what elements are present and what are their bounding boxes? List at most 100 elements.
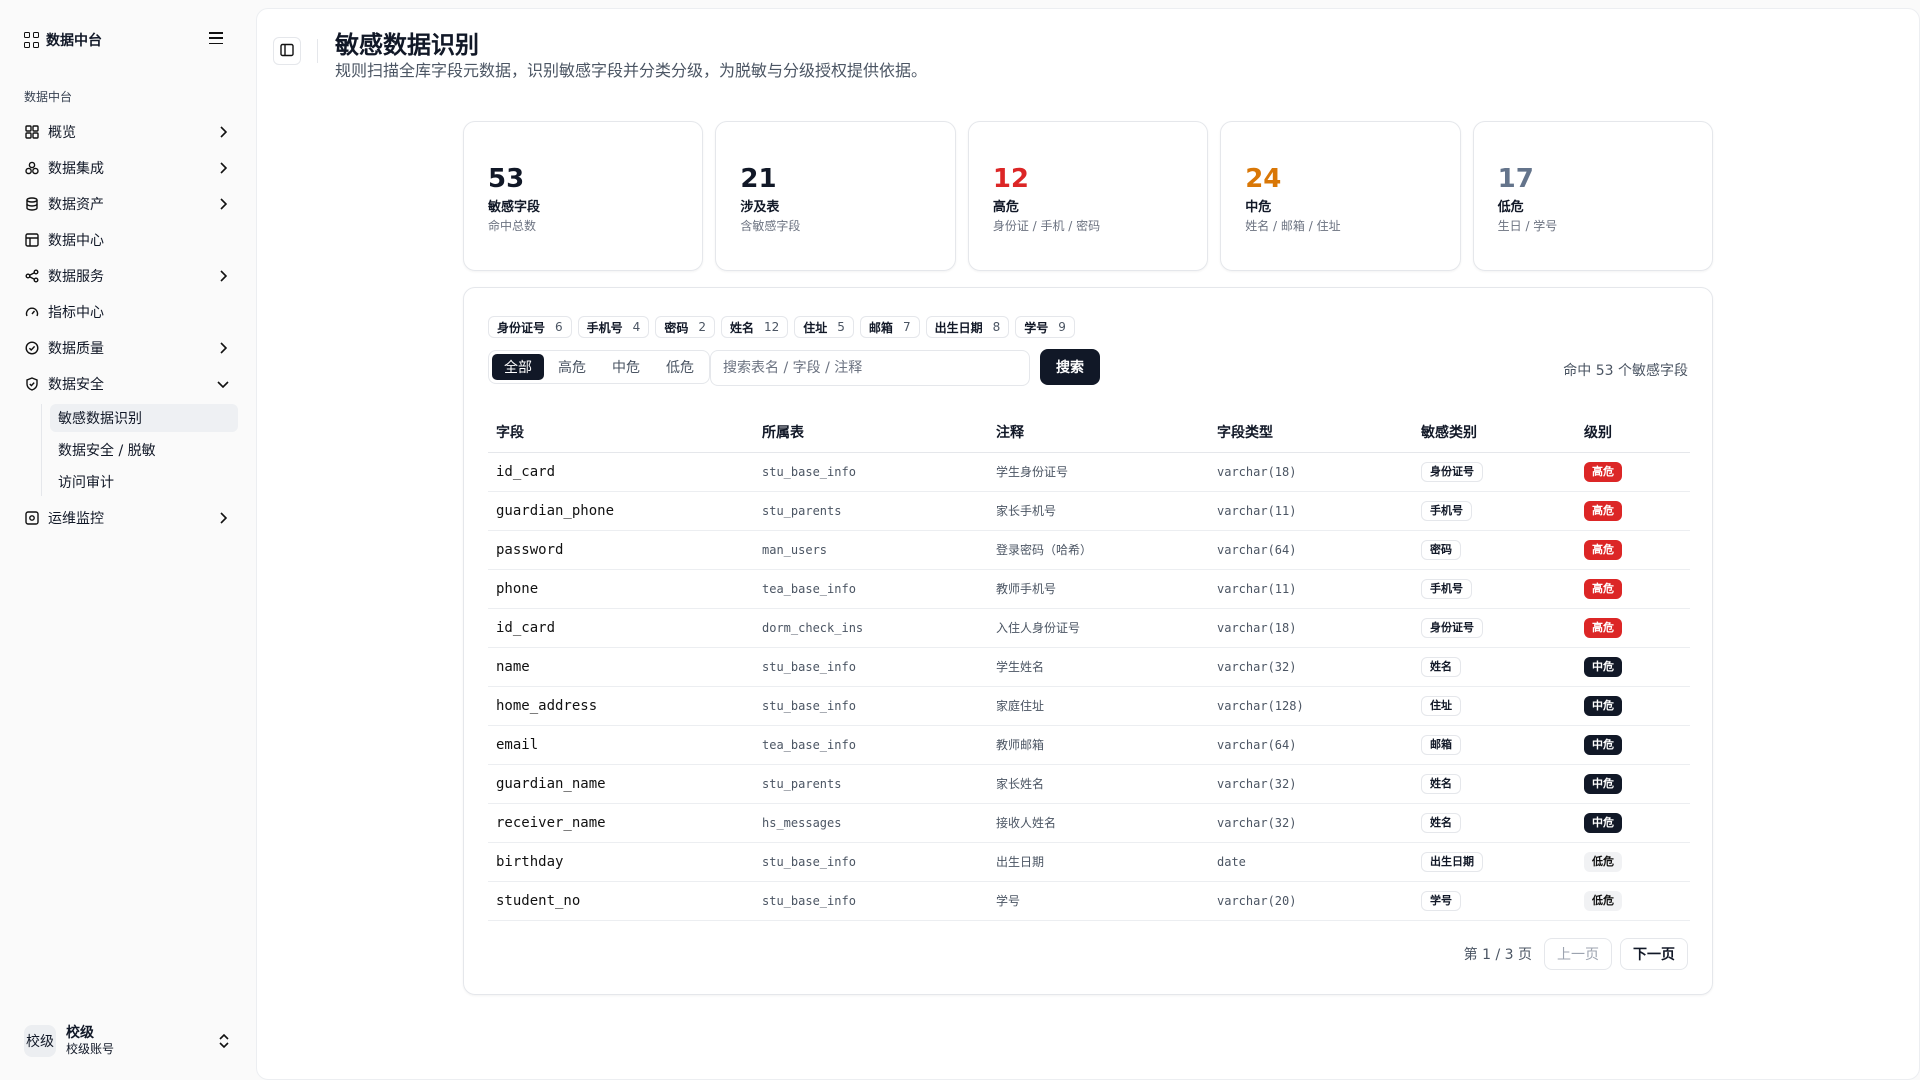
chip-label: 手机号	[586, 320, 623, 335]
table-row[interactable]: guardian_phone stu_parents 家长手机号 varchar(11…	[488, 491, 1690, 531]
category-chip[interactable]: 学号 9	[1015, 316, 1075, 338]
table-row[interactable]: phone tea_base_info 教师手机号 varchar(11) 手机号 高危	[488, 569, 1690, 609]
category-chip[interactable]: 身份证号 6	[488, 316, 572, 338]
category-badge: 姓名	[1421, 812, 1461, 833]
field-name: phone	[488, 569, 754, 609]
table-name: stu_parents	[754, 491, 988, 531]
sidebar-group-label: 数据中台	[24, 90, 73, 104]
prev-page-button[interactable]: 上一页	[1544, 938, 1612, 970]
category-cell: 密码	[1413, 530, 1576, 570]
table-row[interactable]: student_no stu_base_info 学号 varchar(20) 学号 低危	[488, 881, 1690, 921]
sidebar-item-security[interactable]: 数据安全	[16, 366, 238, 402]
field-type: varchar(64)	[1209, 530, 1413, 570]
sidebar-item-assets[interactable]: 数据资产	[16, 186, 238, 222]
sidebar-item-overview[interactable]: 概览	[16, 114, 238, 150]
category-badge: 住址	[1421, 695, 1461, 716]
category-badge: 学号	[1421, 890, 1461, 911]
table-row[interactable]: id_card stu_base_info 学生身份证号 varchar(18) 身份证…	[488, 452, 1690, 492]
column-header[interactable]: 字段类型	[1209, 412, 1413, 453]
field-comment: 登录密码（哈希）	[988, 530, 1209, 570]
field-comment: 家长姓名	[988, 764, 1209, 804]
table-name: stu_base_info	[754, 647, 988, 687]
search-input[interactable]	[710, 350, 1030, 386]
chevron-right-icon	[216, 161, 230, 175]
sidebar-subitem-masking[interactable]: 数据安全 / 脱敏	[50, 436, 238, 464]
level-cell: 高危	[1576, 608, 1690, 648]
level-cell: 高危	[1576, 452, 1690, 492]
sidebar-item-metrics[interactable]: 指标中心	[16, 294, 238, 330]
table-row[interactable]: birthday stu_base_info 出生日期 date 出生日期 低危	[488, 842, 1690, 882]
brand-name: 数据中台	[46, 33, 102, 49]
tab-medium[interactable]: 中危	[600, 354, 652, 380]
category-chip[interactable]: 密码 2	[655, 316, 715, 338]
table-row[interactable]: name stu_base_info 学生姓名 varchar(32) 姓名 中危	[488, 647, 1690, 687]
column-header[interactable]: 敏感类别	[1413, 412, 1576, 453]
sidebar-item-integration[interactable]: 数据集成	[16, 150, 238, 186]
column-header[interactable]: 所属表	[754, 412, 988, 453]
category-cell: 姓名	[1413, 803, 1576, 843]
level-badge: 高危	[1584, 500, 1622, 521]
main-content: 敏感数据识别 规则扫描全库字段元数据，识别敏感字段并分类分级，为脱敏与分级授权提…	[256, 8, 1920, 1080]
user-menu[interactable]: 校级 校级 校级账号	[24, 1022, 234, 1060]
category-chip[interactable]: 邮箱 7	[859, 316, 920, 338]
category-cell: 姓名	[1413, 764, 1576, 804]
column-header[interactable]: 级别	[1576, 412, 1690, 453]
category-badge: 密码	[1421, 539, 1461, 560]
level-cell: 低危	[1576, 842, 1690, 882]
tab-high[interactable]: 高危	[546, 354, 598, 380]
sidebar-item-label: 运维监控	[48, 511, 104, 527]
field-comment: 教师邮箱	[988, 725, 1209, 765]
next-page-button[interactable]: 下一页	[1620, 938, 1688, 970]
category-chip[interactable]: 手机号 4	[577, 316, 650, 338]
field-name: password	[488, 530, 754, 570]
category-badge: 出生日期	[1421, 851, 1483, 872]
chip-label: 邮箱	[868, 320, 893, 335]
level-badge: 高危	[1584, 461, 1622, 482]
stat-label: 高危	[992, 200, 1019, 215]
tab-all[interactable]: 全部	[492, 354, 544, 380]
field-comment: 入住人身份证号	[988, 608, 1209, 648]
chip-count: 4	[632, 320, 641, 334]
table-row[interactable]: password man_users 登录密码（哈希） varchar(64) 密码 高危	[488, 530, 1690, 570]
stat-hint: 命中总数	[488, 219, 537, 233]
field-type: varchar(11)	[1209, 491, 1413, 531]
tab-low[interactable]: 低危	[654, 354, 706, 380]
sidebar-item-services[interactable]: 数据服务	[16, 258, 238, 294]
table-name: tea_base_info	[754, 725, 988, 765]
category-badge: 姓名	[1421, 773, 1461, 794]
field-type: varchar(11)	[1209, 569, 1413, 609]
category-chip[interactable]: 姓名 12	[720, 316, 789, 338]
stat-hint: 生日 / 学号	[1497, 219, 1558, 233]
sidebar-item-data-center[interactable]: 数据中心	[16, 222, 238, 258]
column-header[interactable]: 注释	[988, 412, 1209, 453]
chevron-right-icon	[216, 125, 230, 139]
column-header[interactable]: 字段	[488, 412, 754, 453]
category-badge: 身份证号	[1421, 461, 1483, 482]
sidebar-subitem-sensitive-detection[interactable]: 敏感数据识别	[50, 404, 238, 432]
category-chip[interactable]: 出生日期 8	[925, 316, 1010, 338]
sidebar-item-label: 概览	[48, 125, 76, 141]
stat-value: 12	[992, 164, 1029, 194]
level-badge: 高危	[1584, 539, 1622, 560]
stats-cards: 53 敏感字段 命中总数 21 涉及表 含敏感字段 12 高危 身份证 / 手机…	[463, 121, 1714, 271]
chip-count: 8	[992, 320, 1001, 334]
menu-icon[interactable]	[208, 30, 224, 46]
chevron-down-icon	[216, 377, 230, 391]
table-row[interactable]: home_address stu_base_info 家庭住址 varchar(128…	[488, 686, 1690, 726]
sidebar-subitem-audit[interactable]: 访问审计	[50, 468, 238, 496]
table-row[interactable]: receiver_name hs_messages 接收人姓名 varchar(32)…	[488, 803, 1690, 843]
stat-label: 中危	[1245, 200, 1272, 215]
sidebar-item-ops[interactable]: 运维监控	[16, 500, 238, 536]
level-badge: 中危	[1584, 656, 1622, 677]
stat-value: 24	[1245, 164, 1282, 194]
table-row[interactable]: email tea_base_info 教师邮箱 varchar(64) 邮箱 中危	[488, 725, 1690, 765]
search-button[interactable]: 搜索	[1040, 349, 1100, 385]
level-badge: 高危	[1584, 617, 1622, 638]
table-row[interactable]: id_card dorm_check_ins 入住人身份证号 varchar(18) 身…	[488, 608, 1690, 648]
sidebar-toggle-button[interactable]	[273, 37, 301, 65]
field-name: receiver_name	[488, 803, 754, 843]
category-chip[interactable]: 住址 5	[794, 316, 854, 338]
sidebar-item-quality[interactable]: 数据质量	[16, 330, 238, 366]
chip-count: 12	[763, 320, 780, 334]
table-row[interactable]: guardian_name stu_parents 家长姓名 varchar(32) 姓…	[488, 764, 1690, 804]
